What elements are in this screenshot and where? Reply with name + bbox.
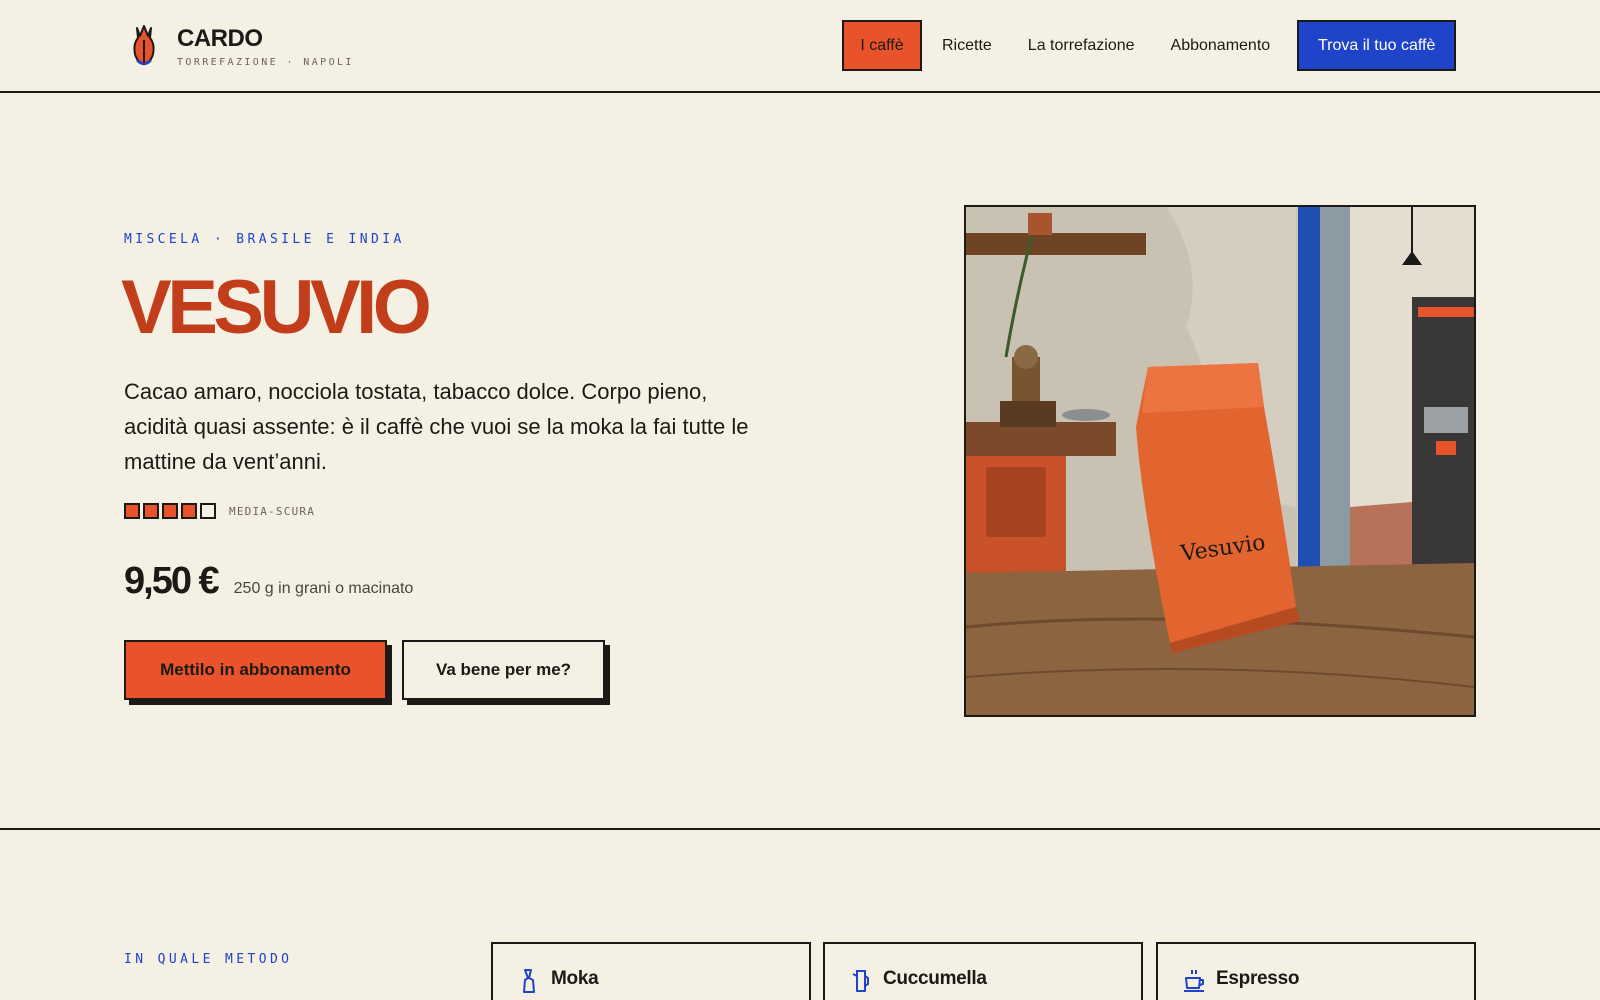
section-divider: [0, 828, 1600, 830]
subscribe-button[interactable]: Mettilo in abbonamento: [124, 640, 387, 700]
moka-icon: [523, 969, 535, 993]
roast-label: MEDIA-SCURA: [229, 504, 316, 518]
brand-subtitle: TORREFAZIONE · NAPOLI: [177, 57, 354, 68]
product-photo: Vesuvio: [964, 205, 1476, 717]
roast-box: [181, 503, 197, 519]
coffee-bag-scene-image: Vesuvio: [966, 207, 1474, 715]
main-nav: I caffè Ricette La torrefazione Abboname…: [842, 20, 1457, 71]
nav-item-caffe[interactable]: I caffè: [842, 20, 922, 71]
site-header: CARDO TORREFAZIONE · NAPOLI I caffè Rice…: [0, 0, 1600, 93]
roast-box: [143, 503, 159, 519]
roast-box: [200, 503, 216, 519]
price-row: 9,50 € 250 g in grani o macinato: [124, 560, 413, 603]
product-title: VESUVIO: [121, 265, 432, 350]
brand-logo[interactable]: CARDO TORREFAZIONE · NAPOLI: [131, 22, 354, 68]
nav-item-ricette[interactable]: Ricette: [924, 20, 1010, 71]
is-it-for-me-button[interactable]: Va bene per me?: [402, 640, 605, 700]
hero-eyebrow: MISCELA · BRASILE E INDIA: [124, 232, 405, 247]
roast-box: [124, 503, 140, 519]
roast-box: [162, 503, 178, 519]
nav-item-torrefazione[interactable]: La torrefazione: [1010, 20, 1153, 71]
methods-eyebrow: IN QUALE METODO: [124, 952, 293, 967]
product-description: Cacao amaro, nocciola tostata, tabacco d…: [124, 379, 749, 474]
method-card-espresso[interactable]: Espresso: [1156, 942, 1476, 1000]
price-note: 250 g in grani o macinato: [233, 580, 414, 597]
method-label: Moka: [551, 968, 599, 989]
method-card-cuccumella[interactable]: Cuccumella: [823, 942, 1143, 1000]
find-coffee-button[interactable]: Trova il tuo caffè: [1297, 20, 1457, 71]
roast-level-indicator: MEDIA-SCURA: [124, 503, 315, 519]
brand-name: CARDO: [177, 25, 263, 52]
thistle-logo-icon: [133, 25, 155, 66]
product-price: 9,50 €: [124, 560, 220, 602]
method-label: Espresso: [1216, 968, 1300, 989]
method-label: Cuccumella: [883, 968, 987, 989]
nav-item-abbonamento[interactable]: Abbonamento: [1153, 20, 1289, 71]
method-card-moka[interactable]: Moka: [491, 942, 811, 1000]
cuccumella-icon: [852, 970, 869, 992]
espresso-icon: [1184, 970, 1204, 992]
